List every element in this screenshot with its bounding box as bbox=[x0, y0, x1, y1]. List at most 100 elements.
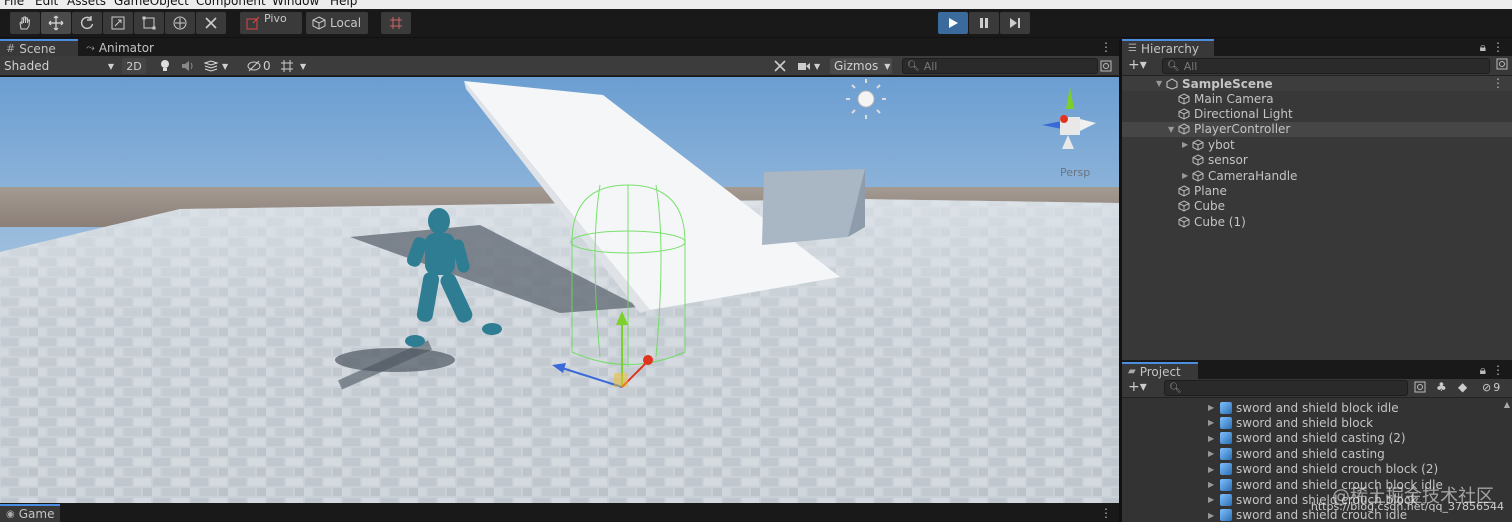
hierarchy-kebab-icon[interactable]: ⋮ bbox=[1492, 40, 1504, 54]
hidden-objects-toggle[interactable]: 0 bbox=[247, 58, 273, 74]
pivot-label: Pivo bbox=[264, 11, 287, 25]
pivot-group: Pivo Local bbox=[240, 12, 411, 34]
custom-tool-icon[interactable] bbox=[196, 12, 226, 34]
rotate-tool-icon[interactable] bbox=[72, 12, 102, 34]
asset-item[interactable]: ▶ sword and shield casting bbox=[1208, 446, 1385, 461]
expand-arrow-icon[interactable]: ▶ bbox=[1208, 465, 1218, 474]
toggle-2d-button[interactable]: 2D bbox=[122, 58, 146, 74]
rect-tool-icon[interactable] bbox=[134, 12, 164, 34]
expand-arrow-icon[interactable]: ▶ bbox=[1208, 434, 1218, 443]
hierarchy-item[interactable]: Cube bbox=[1122, 199, 1512, 214]
play-button-icon[interactable] bbox=[938, 12, 968, 34]
model-asset-icon bbox=[1220, 493, 1232, 506]
hierarchy-item[interactable]: Main Camera bbox=[1122, 91, 1512, 106]
tools-icon[interactable] bbox=[771, 58, 789, 74]
project-kebab-icon[interactable]: ⋮ bbox=[1492, 363, 1504, 377]
expand-arrow-icon[interactable]: ▶ bbox=[1208, 403, 1218, 412]
collapse-arrow-icon[interactable]: ▼ bbox=[1168, 125, 1178, 134]
hierarchy-search-input[interactable]: 🔍︎ All bbox=[1162, 58, 1490, 74]
hierarchy-item[interactable]: Plane bbox=[1122, 183, 1512, 198]
scene-viewport[interactable]: Persp bbox=[0, 77, 1119, 503]
transform-tool-icon[interactable] bbox=[165, 12, 195, 34]
transform-tools bbox=[10, 12, 226, 34]
pause-button-icon[interactable] bbox=[969, 12, 999, 34]
grid-snap-dropdown[interactable]: ▼ bbox=[280, 58, 316, 74]
model-asset-icon bbox=[1220, 447, 1232, 460]
snap-grid-icon[interactable] bbox=[381, 12, 411, 34]
expand-arrow-icon[interactable]: ▶ bbox=[1182, 140, 1192, 149]
scene-search-input[interactable]: 🔍︎ All bbox=[902, 58, 1098, 74]
menu-gameobject[interactable]: GameObject bbox=[114, 0, 189, 8]
tab-game[interactable]: ◉ Game bbox=[0, 504, 60, 522]
lighting-toggle-icon[interactable] bbox=[156, 58, 174, 74]
asset-item[interactable]: ▶ sword and shield block bbox=[1208, 415, 1373, 430]
scene-root-row[interactable]: ▼ SampleScene bbox=[1122, 76, 1512, 91]
gameobject-cube-icon bbox=[1178, 185, 1190, 197]
gizmos-label: Gizmos bbox=[834, 59, 879, 73]
hidden-packages-toggle[interactable]: ⊘ 9 bbox=[1482, 381, 1500, 394]
asset-item-label: sword and shield casting bbox=[1236, 446, 1385, 461]
tab-scene[interactable]: # Scene bbox=[0, 39, 78, 56]
effects-icon bbox=[204, 60, 218, 72]
asset-item[interactable]: ▶ sword and shield casting (2) bbox=[1208, 431, 1406, 446]
search-filter-icon[interactable] bbox=[1496, 58, 1508, 73]
expand-arrow-icon[interactable]: ▶ bbox=[1182, 171, 1192, 180]
shading-mode-dropdown[interactable]: Shaded ▼ bbox=[4, 58, 114, 74]
gameobject-cube-icon bbox=[1178, 216, 1190, 228]
expand-arrow-icon[interactable]: ▶ bbox=[1208, 449, 1218, 458]
expand-arrow-icon[interactable]: ▶ bbox=[1208, 511, 1218, 520]
expand-arrow-icon[interactable]: ▶ bbox=[1208, 480, 1218, 489]
hierarchy-item[interactable]: ▶ ybot bbox=[1122, 137, 1512, 152]
hierarchy-item[interactable]: Cube (1) bbox=[1122, 214, 1512, 229]
add-object-button[interactable]: +▾ bbox=[1128, 57, 1147, 73]
hand-tool-icon[interactable] bbox=[10, 12, 40, 34]
scroll-up-arrow-icon[interactable]: ▲ bbox=[1504, 400, 1510, 409]
model-asset-icon bbox=[1220, 416, 1232, 429]
asset-item[interactable]: ▶ sword and shield crouch block (2) bbox=[1208, 462, 1438, 477]
camera-settings-dropdown[interactable]: ▼ bbox=[797, 58, 825, 74]
pivot-toggle[interactable]: Pivo bbox=[240, 12, 302, 34]
asset-item[interactable]: ▶ sword and shield block idle bbox=[1208, 400, 1399, 415]
lock-icon[interactable]: 🔒︎ bbox=[1480, 40, 1486, 55]
gameobject-cube-icon bbox=[1178, 92, 1190, 105]
step-button-icon[interactable] bbox=[1000, 12, 1030, 34]
hierarchy-item[interactable]: ▶ CameraHandle bbox=[1122, 168, 1512, 183]
eye-slash-icon bbox=[247, 60, 261, 72]
create-asset-button[interactable]: +▾ bbox=[1128, 379, 1147, 395]
expand-arrow-icon[interactable]: ▶ bbox=[1208, 495, 1218, 504]
expand-arrow-icon[interactable]: ▼ bbox=[1156, 79, 1166, 88]
menu-component[interactable]: Component bbox=[196, 0, 266, 8]
game-icon: ◉ bbox=[6, 508, 15, 520]
game-kebab-icon[interactable]: ⋮ bbox=[1100, 506, 1112, 520]
tab-hierarchy[interactable]: ☰ Hierarchy bbox=[1122, 39, 1214, 56]
hierarchy-item-label: ybot bbox=[1208, 137, 1235, 152]
filter-type-icon[interactable]: ♣ bbox=[1436, 380, 1447, 394]
tab-project[interactable]: ▰ Project bbox=[1122, 362, 1198, 379]
search-icon: 🔍︎ bbox=[907, 60, 920, 72]
gizmos-dropdown[interactable]: Gizmos ▼ bbox=[830, 58, 892, 74]
scale-tool-icon[interactable] bbox=[103, 12, 133, 34]
lock-icon[interactable]: 🔒︎ bbox=[1480, 363, 1486, 378]
audio-toggle-icon[interactable] bbox=[179, 58, 197, 74]
hierarchy-item[interactable]: sensor bbox=[1122, 153, 1512, 168]
tab-animator[interactable]: ⤳ Animator bbox=[80, 39, 160, 56]
effects-dropdown[interactable]: ▼ bbox=[204, 58, 240, 74]
hierarchy-item[interactable]: Directional Light bbox=[1122, 106, 1512, 121]
space-toggle[interactable]: Local bbox=[306, 12, 368, 34]
menu-help[interactable]: Help bbox=[330, 0, 357, 8]
menu-window[interactable]: Window bbox=[272, 0, 319, 8]
hierarchy-item[interactable]: ▼ PlayerController bbox=[1122, 121, 1512, 137]
scene-row-kebab-icon[interactable]: ⋮ bbox=[1492, 76, 1504, 90]
menu-assets[interactable]: Assets bbox=[67, 0, 106, 8]
gameobject-cube-icon bbox=[1178, 108, 1190, 120]
label-tag-icon[interactable]: ◆ bbox=[1458, 380, 1467, 394]
expand-arrow-icon[interactable]: ▶ bbox=[1208, 418, 1218, 427]
search-filter-icon[interactable] bbox=[1100, 58, 1114, 74]
menu-file[interactable]: File bbox=[4, 0, 24, 8]
move-tool-icon[interactable] bbox=[41, 12, 71, 34]
scene-kebab-icon[interactable]: ⋮ bbox=[1100, 40, 1112, 54]
menu-edit[interactable]: Edit bbox=[35, 0, 58, 8]
search-by-type-icon[interactable] bbox=[1414, 381, 1426, 396]
hierarchy-tree: ▼ SampleScene Main Camera Directional Lig… bbox=[1122, 76, 1512, 360]
project-search-input[interactable]: 🔍︎ bbox=[1164, 380, 1408, 396]
